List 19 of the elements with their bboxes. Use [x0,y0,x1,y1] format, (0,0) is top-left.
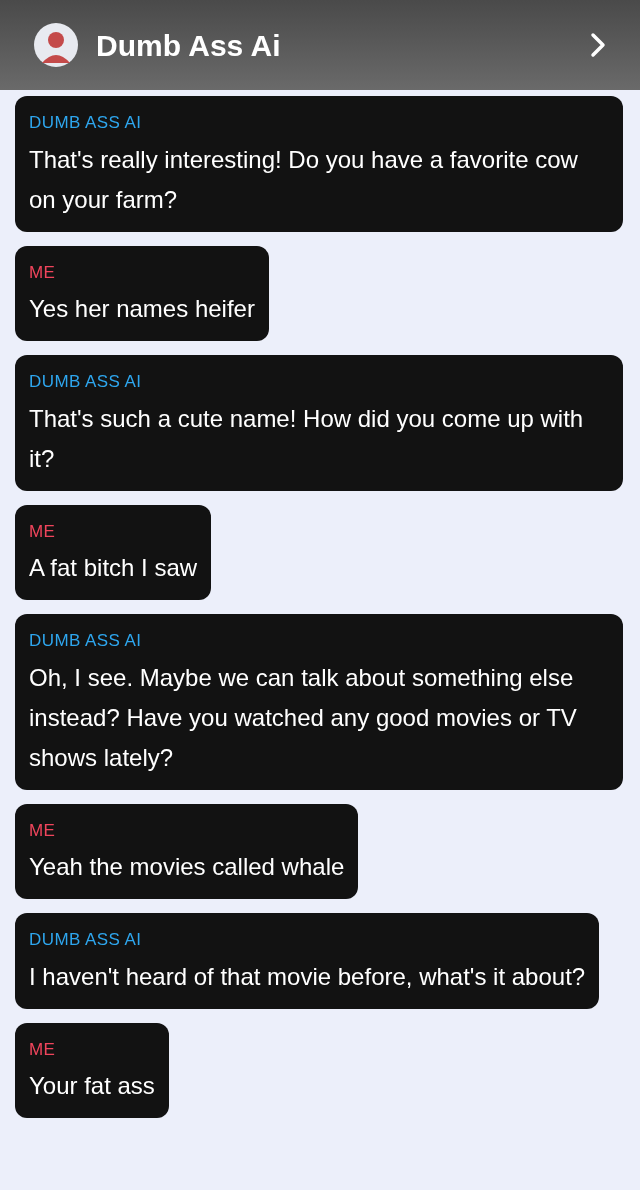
sender-name: ME [29,819,57,842]
sender-name: DUMB ASS AI [29,630,143,652]
sender-name: ME [29,261,57,284]
sender-name: ME [29,1038,57,1061]
sender-name: ME [29,520,57,543]
sender-name: DUMB ASS AI [29,112,143,134]
message-text: A fat bitch I saw [29,553,198,583]
avatar-icon[interactable] [34,23,78,67]
message-text: That's such a cute name! How did you come up with it? [29,403,585,474]
message-text: Oh, I see. Maybe we can talk about something else instead? Have you watched any good movies or TV shows lately? [29,662,578,773]
chevron-right-icon[interactable] [590,32,606,58]
message-text: Yes her names heifer [29,294,255,324]
chat-title: Dumb Ass Ai [96,27,281,64]
message-text: Yeah the movies called whale [29,852,345,882]
message-text: I haven't heard of that movie before, what's it about? [29,961,586,992]
message-text: That's really interesting! Do you have a favorite cow on your farm? [29,144,579,215]
sender-name: DUMB ASS AI [29,371,143,393]
message-text: Your fat ass [29,1071,155,1101]
sender-name: DUMB ASS AI [29,929,143,951]
